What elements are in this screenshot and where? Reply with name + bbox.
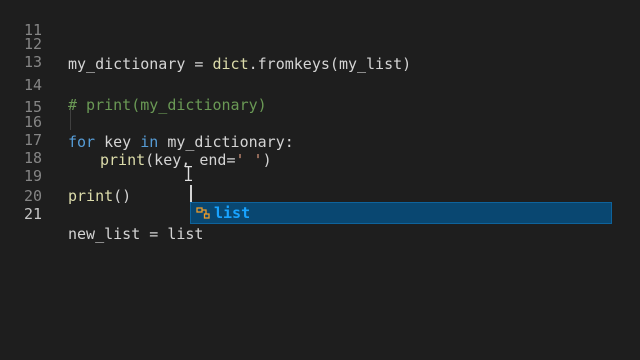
suggest-item-list[interactable]: list: [190, 202, 612, 224]
code-editor[interactable]: 11 12 my_dictionary = dict.fromkeys(my_l…: [0, 0, 640, 360]
suggest-match-text: list: [214, 204, 251, 222]
suggest-label: list: [214, 203, 250, 223]
code-line-19[interactable]: 19 print(): [0, 146, 640, 205]
line-number: 21: [23, 205, 42, 223]
code-token: list: [167, 225, 204, 243]
code-line-18[interactable]: 18: [0, 128, 640, 167]
code-token: new_list =: [68, 225, 168, 243]
class-icon: [196, 207, 210, 219]
autocomplete-suggest-widget[interactable]: list: [190, 202, 612, 224]
code-line-20[interactable]: 20: [0, 166, 640, 205]
code-line-14[interactable]: 14 # print(my_dictionary): [0, 55, 640, 114]
code-line-16[interactable]: 16 for key in my_dictionary:: [0, 92, 640, 151]
code-line-17[interactable]: 17 print(key, end=' '): [0, 110, 640, 169]
code-text: new_list = list: [68, 224, 203, 244]
ibeam-cursor-icon: [185, 166, 192, 181]
text-cursor: [190, 185, 192, 203]
code-line-12[interactable]: 12 my_dictionary = dict.fromkeys(my_list…: [0, 14, 640, 73]
code-line-13[interactable]: 13: [0, 32, 640, 71]
code-line-21[interactable]: 21 new_list = list: [0, 184, 640, 243]
